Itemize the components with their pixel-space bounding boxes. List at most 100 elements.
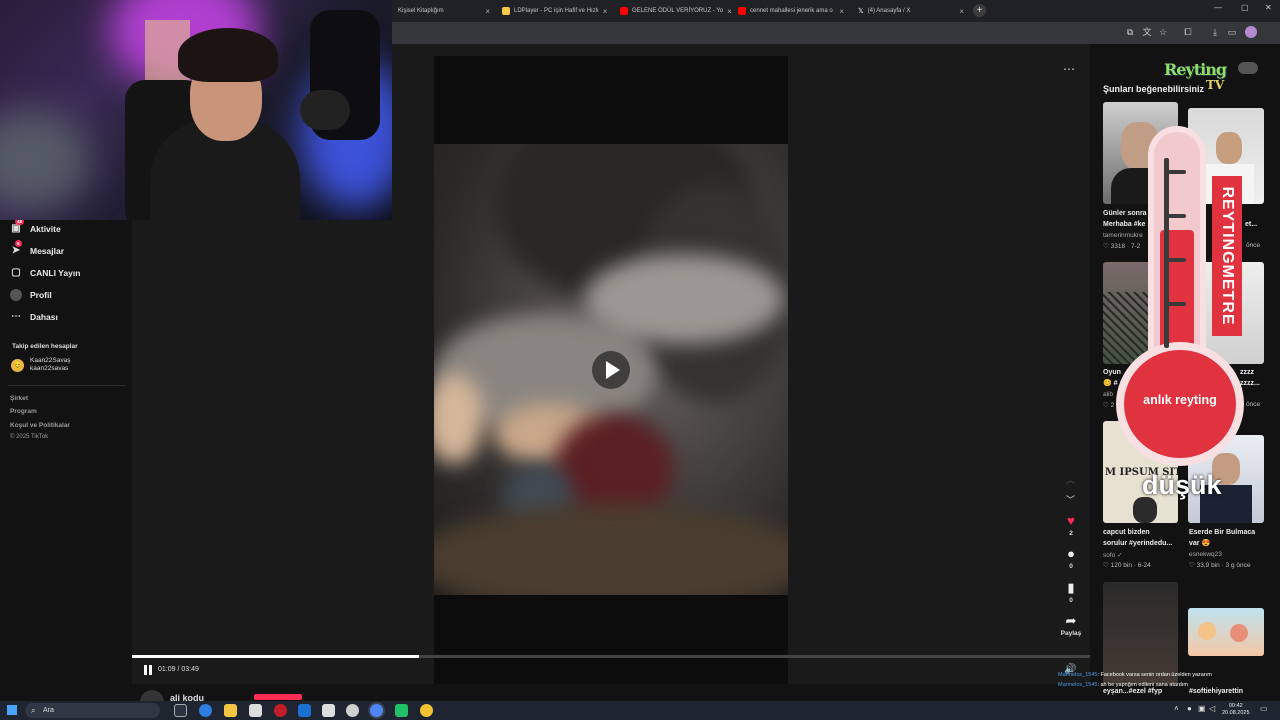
split-view-icon[interactable]: ▭ (1226, 26, 1238, 38)
maximize-button[interactable]: ▢ (1241, 3, 1249, 12)
chat-user: Marmelos_1545 (1058, 682, 1098, 688)
tab-label: GELENE ÖDÜL VERİYORUZ - Yo (632, 8, 724, 14)
sidebar-item-dahasi[interactable]: ⋯ Dahası (10, 308, 58, 326)
avatar: 😊 (11, 358, 24, 372)
file-explorer-icon[interactable] (224, 704, 237, 717)
divider (8, 385, 126, 386)
sidebar-item-profil[interactable]: Profil (10, 286, 52, 304)
suggestion-caption[interactable]: Eserde Bir Bulmaca (1189, 528, 1277, 538)
profile-avatar[interactable] (1245, 26, 1257, 38)
suggestion-user[interactable]: sofo ✓ (1103, 551, 1123, 559)
network-icon[interactable]: ▣ (1198, 704, 1206, 713)
suggestion-user[interactable]: esnekwq23 (1189, 551, 1222, 558)
close-icon[interactable]: × (603, 7, 608, 16)
save-button[interactable]: ▮ 0 (1058, 580, 1084, 604)
share-arrow-icon: ➦ (1065, 613, 1077, 628)
tab-label: (4) Anasayfa / X (867, 8, 911, 14)
suggestion-thumbnail[interactable] (1188, 608, 1264, 656)
next-video-icon[interactable]: ﹀ (1066, 493, 1075, 506)
reyting-logo-tv: TV (1206, 78, 1225, 92)
footer-link[interactable]: Program (10, 408, 37, 415)
browser-tab[interactable]: Kişisel Kitaplığım × (392, 2, 496, 20)
heart-icon: ♥ (1067, 513, 1075, 528)
install-app-icon[interactable]: ⧉ (1124, 26, 1136, 38)
scale-tick (1164, 302, 1186, 306)
account-handle: kaan22savas (30, 365, 69, 372)
speaker-icon[interactable]: ◁ (1209, 704, 1215, 713)
store-icon[interactable] (249, 704, 262, 717)
suggestion-caption[interactable]: eyşan...#ezel #fyp (1103, 687, 1162, 697)
copilot-icon[interactable] (199, 704, 212, 717)
play-button[interactable] (592, 351, 630, 389)
suggestion-caption[interactable]: zzzz (1240, 368, 1254, 378)
sidebar-item-mesajlar[interactable]: ➤ 5 Mesajlar (10, 240, 64, 260)
outlook-icon[interactable] (298, 704, 311, 717)
more-options-icon[interactable]: ⋯ (1063, 62, 1076, 76)
tray-chevron-icon[interactable]: ˄ (1174, 704, 1179, 713)
footer-link[interactable]: Şirket (10, 395, 28, 402)
reytingmetre-label-box: REYTINGMETRE (1212, 176, 1242, 336)
notification-icon[interactable]: ▭ (1260, 704, 1268, 713)
chrome-icon[interactable] (370, 704, 383, 717)
ldplayer-icon[interactable] (420, 704, 433, 717)
save-count: 0 (1069, 597, 1073, 604)
sidebar-item-aktivite[interactable]: ▣ 48 Aktivite (10, 218, 61, 238)
taskbar-clock[interactable]: 00:42 20.08.2025 (1222, 703, 1250, 717)
suggestion-caption[interactable]: sorulur #yerindedu... (1103, 539, 1187, 549)
suggestion-caption[interactable]: var 😍 (1189, 539, 1277, 549)
suggestion-stat: ♡ 3318 · 7-2 (1103, 243, 1141, 250)
close-icon[interactable]: × (485, 7, 490, 16)
suggestion-thumbnail[interactable] (1103, 582, 1178, 684)
minimize-button[interactable]: — (1214, 3, 1222, 12)
suggestion-user[interactable]: tamerinmukre (1103, 232, 1143, 239)
suggestion-caption[interactable]: et... (1245, 220, 1257, 230)
bookmark-star-icon[interactable]: ☆ (1157, 26, 1169, 38)
pause-icon[interactable] (144, 665, 153, 675)
app-icon[interactable] (395, 704, 408, 717)
inbox-icon: ▣ 48 (11, 218, 25, 234)
extensions-icon[interactable]: ⧠ (1182, 26, 1194, 38)
browser-tab[interactable]: 𝕏 (4) Anasayfa / X × (852, 2, 970, 20)
search-placeholder: Ara (43, 707, 54, 714)
close-window-button[interactable]: ✕ (1265, 3, 1272, 12)
footer-link[interactable]: Koşul ve Politikalar (10, 422, 70, 429)
suggestion-user[interactable]: alib (1103, 391, 1113, 398)
notification-badge: 5 (15, 240, 22, 247)
youtube-icon (620, 7, 628, 15)
chat-text: : Facebook varsa senin ordan üzelden yaz… (1097, 672, 1212, 678)
live-tv-icon: ▢ (11, 267, 21, 278)
browser-tab[interactable]: cennet mahallesi jenerik ama o × (732, 2, 850, 20)
following-title: Takip edilen hesaplar (12, 343, 78, 350)
chatgpt-icon[interactable] (346, 704, 359, 717)
browser-tab[interactable]: GELENE ÖDÜL VERİYORUZ - Yo × (614, 2, 732, 20)
close-icon[interactable]: × (839, 7, 844, 16)
share-button[interactable]: ➦ Paylaş (1058, 613, 1084, 637)
taskbar-search[interactable]: ⌕ Ara (25, 703, 160, 718)
download-icon[interactable]: ⤓ (1209, 26, 1221, 38)
windows-taskbar (0, 701, 1280, 720)
following-account[interactable]: 😊 Kaan22Savaş kaan22savas (11, 357, 70, 373)
task-view-icon[interactable] (174, 704, 187, 717)
suggestion-stat: önce (1246, 401, 1261, 408)
opera-icon[interactable] (274, 704, 287, 717)
suggestion-caption[interactable]: zzzz... (1240, 379, 1260, 389)
close-icon[interactable]: × (959, 7, 964, 16)
browser-tab[interactable]: LDPlayer - PC için Hafif ve Hızlı × (496, 2, 612, 20)
translate-icon[interactable]: 文 (1141, 26, 1153, 38)
microphone-icon[interactable]: ● (1187, 704, 1192, 713)
comment-button[interactable]: ● 0 (1058, 546, 1084, 570)
previous-video-icon[interactable]: ︿ (1066, 473, 1075, 486)
tab-label: cennet mahallesi jenerik ama o (750, 8, 833, 14)
suggestion-caption[interactable]: capcut bizden (1103, 528, 1187, 538)
progress-fill (132, 655, 420, 658)
windows-start-icon[interactable] (7, 705, 17, 715)
clock-date: 20.08.2025 (1222, 710, 1250, 716)
like-button[interactable]: ♥ 2 (1058, 513, 1084, 537)
capcut-icon[interactable] (322, 704, 335, 717)
suggestion-caption[interactable]: #softiehiyarettin (1189, 687, 1243, 697)
copyright: © 2025 TikTok (10, 434, 49, 440)
reytingmetre-label: REYTINGMETRE (1219, 186, 1236, 326)
sidebar-item-canli-yayin[interactable]: ▢ CANLI Yayın (10, 264, 80, 282)
new-tab-button[interactable]: + (973, 4, 986, 17)
follow-button[interactable] (254, 694, 302, 700)
